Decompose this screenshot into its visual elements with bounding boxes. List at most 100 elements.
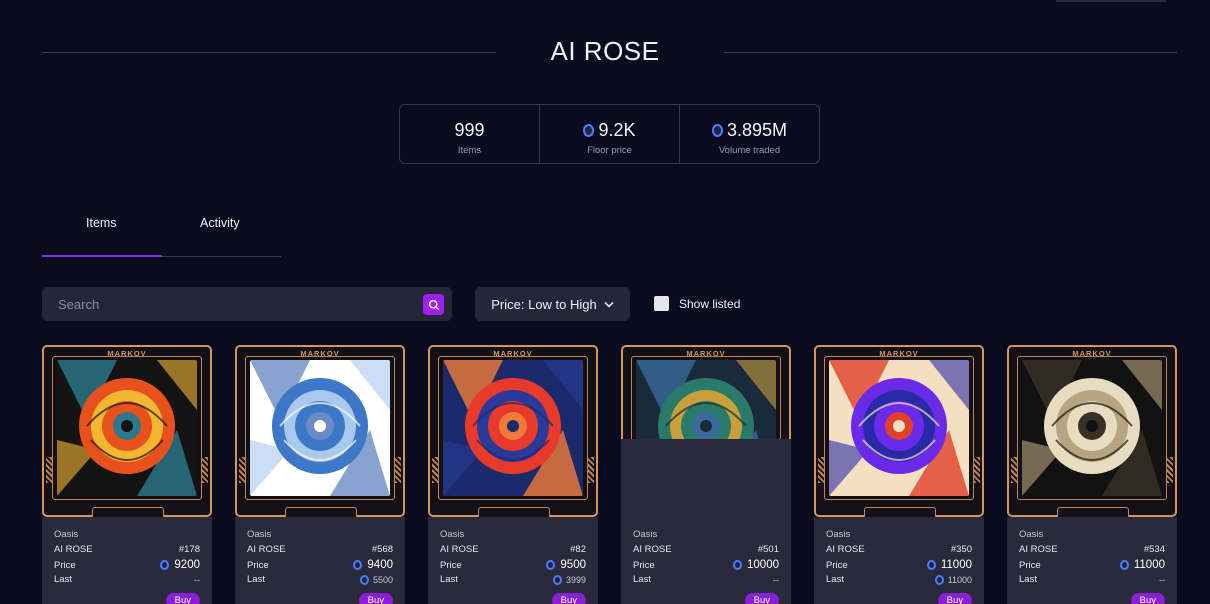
card-image [1022,360,1162,496]
buy-button[interactable]: Buy [358,593,393,604]
nft-card[interactable]: MARKOV Oasis AI ROSE #82 Price 9500 Last 39… [428,345,598,604]
buy-button[interactable]: Buy [937,593,972,604]
nft-card[interactable]: MARKOV Oasis AI ROSE #534 Price 11000 Last… [1007,345,1177,604]
coin-icon [160,560,170,570]
card-brand: MARKOV [493,349,533,358]
show-listed-label: Show listed [679,296,741,311]
frame-ornament [202,457,208,483]
card-image [829,360,969,496]
collection-header: AI ROSE [0,34,1210,74]
stat-items-label: Items [457,145,482,156]
coin-icon [1119,560,1129,570]
buy-button[interactable]: Buy [1130,593,1165,604]
stat-floor-price: 9.2K Floor price [539,105,679,163]
sort-dropdown[interactable]: Price: Low to High [475,287,630,321]
card-name: AI ROSE [1019,544,1058,555]
show-listed-filter: Show listed [654,296,740,311]
card-image [57,360,197,496]
card-name: AI ROSE [633,544,672,555]
stat-volume-value: 3.895M [726,119,788,140]
card-price-value: 9400 [367,559,393,571]
frame-ornament [239,457,245,483]
card-last-label: Last [54,574,72,585]
frame-ornament [46,457,52,483]
card-frame: MARKOV [42,345,212,517]
card-price-label: Price [54,559,76,571]
card-collection: Oasis [633,529,658,540]
nft-card[interactable]: MARKOV Oasis AI ROSE #568 Price 9400 Last 5… [235,345,405,604]
frame-ornament [395,457,401,483]
card-collection: Oasis [247,529,272,540]
active-tab-indicator [42,255,162,257]
coin-icon [711,123,723,137]
card-last-label: Last [440,574,458,585]
rose-artwork [250,360,390,496]
card-price-label: Price [1019,559,1041,571]
card-brand: MARKOV [300,349,340,358]
frame-tab [1057,507,1129,517]
card-price-label: Price [826,559,848,571]
rose-artwork [1022,360,1162,496]
card-collection: Oasis [1019,529,1044,540]
search-button[interactable] [423,294,444,315]
header-rule-right [724,52,1177,53]
card-price-label: Price [247,559,269,571]
card-brand: MARKOV [686,349,726,358]
card-collection: Oasis [54,529,79,540]
coin-icon [546,560,556,570]
buy-button[interactable]: Buy [551,593,586,604]
search-icon [428,299,439,310]
card-last-label: Last [1019,574,1037,585]
card-brand: MARKOV [107,349,147,358]
chevron-down-icon [604,301,614,308]
card-image [443,360,583,496]
card-frame: MARKOV [428,345,598,517]
stat-volume: 3.895M Volume traded [679,105,819,163]
card-token-id: #501 [757,544,779,555]
buy-button[interactable]: Buy [744,593,779,604]
card-token-id: #350 [950,544,972,555]
card-info: Oasis AI ROSE #178 Price 9200 Last -- Buy [42,517,212,604]
image-loading-placeholder [621,439,791,517]
card-info: Oasis AI ROSE #568 Price 9400 Last 5500 Buy [235,517,405,604]
card-info: Oasis AI ROSE #501 Price 10000 Last -- Buy [621,517,791,604]
nft-card[interactable]: MARKOV Oasis AI ROSE #178 Price 9200 Last -… [42,345,212,604]
card-name: AI ROSE [54,544,93,555]
frame-ornament [1011,457,1017,483]
card-brand: MARKOV [879,349,919,358]
card-token-id: #178 [178,544,200,555]
card-price-label: Price [633,559,655,571]
frame-ornament [974,457,980,483]
card-last-value: 11000 [947,574,972,585]
show-listed-checkbox[interactable] [654,296,669,311]
card-token-id: #82 [570,544,586,555]
tab-activity[interactable]: Activity [200,216,240,230]
nft-card[interactable]: MARKOV Oasis AI ROSE #350 Price 11000 Last… [814,345,984,604]
rose-artwork [443,360,583,496]
nft-card[interactable]: MARKOV Oasis AI ROSE #501 Price 10000 Last… [621,345,791,604]
frame-ornament [432,457,438,483]
search-input[interactable] [42,287,412,321]
coin-icon [359,574,369,585]
sort-selected-label: Price: Low to High [491,296,597,312]
card-info: Oasis AI ROSE #350 Price 11000 Last 11000 B… [814,517,984,604]
tab-items[interactable]: Items [86,216,117,230]
card-frame: MARKOV [235,345,405,517]
frame-ornament [818,457,824,483]
coin-icon [733,560,743,570]
tab-bar: Items Activity [42,204,281,257]
card-info: Oasis AI ROSE #534 Price 11000 Last -- Buy [1007,517,1177,604]
coin-icon [552,574,562,585]
frame-tab [478,507,550,517]
card-frame: MARKOV [814,345,984,517]
stat-items-value: 999 [454,119,485,140]
rose-artwork [829,360,969,496]
buy-button[interactable]: Buy [165,593,200,604]
card-collection: Oasis [826,529,851,540]
card-last-label: Last [826,574,844,585]
stat-floor-value: 9.2K [598,119,636,140]
coin-icon [934,574,944,585]
card-last-value: -- [194,574,200,585]
card-price-value: 9500 [560,559,586,571]
coin-icon [353,560,363,570]
